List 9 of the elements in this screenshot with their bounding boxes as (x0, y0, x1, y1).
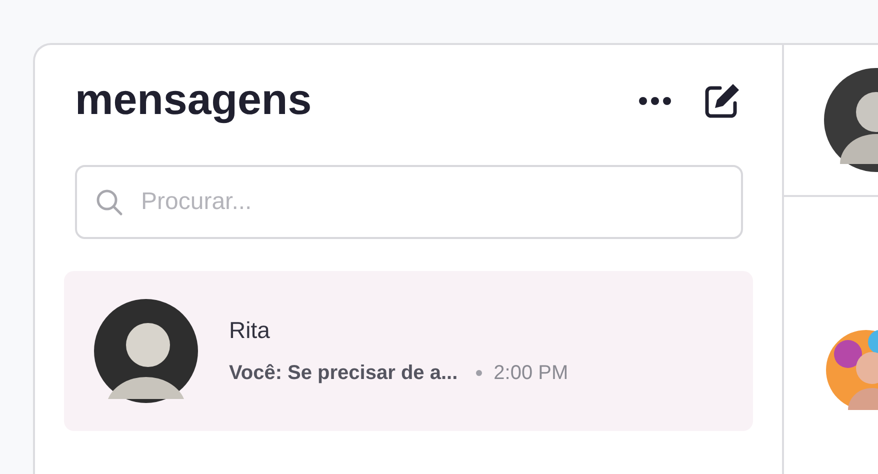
separator-dot-icon (476, 370, 482, 376)
more-icon[interactable] (639, 96, 671, 106)
page-title: mensagens (75, 75, 312, 126)
search-field[interactable]: Procurar... (75, 164, 743, 239)
compose-icon[interactable] (703, 82, 741, 120)
contact-name: Rita (229, 316, 271, 346)
message-time: 2:00 PM (494, 360, 568, 386)
conversation-item[interactable]: Rita Você: Se precisar de a... 2:00 PM (64, 270, 753, 431)
message-preview: Você: Se precisar de a... (229, 360, 458, 386)
